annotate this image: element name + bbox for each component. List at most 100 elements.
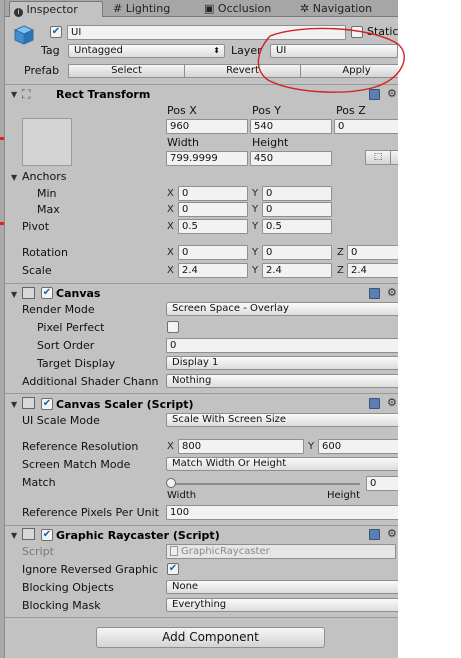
pos-z-field[interactable]: 0 xyxy=(334,119,398,134)
height-field[interactable]: 450 xyxy=(250,151,332,166)
tab-inspector[interactable]: i Inspector xyxy=(9,1,103,17)
max-x-field[interactable]: 0 xyxy=(178,202,248,217)
separator xyxy=(5,393,398,394)
rotation-y-axis: Y xyxy=(252,247,259,258)
edge-marker xyxy=(0,222,4,225)
width-field[interactable]: 799.9999 xyxy=(166,151,248,166)
gear-icon[interactable]: ⚙ xyxy=(387,287,397,298)
ref-res-x-field[interactable]: 800 xyxy=(178,439,304,454)
blueprint-mode-button[interactable]: ⬚ xyxy=(365,150,391,165)
ui-scale-mode-dropdown[interactable]: Scale With Screen Size xyxy=(166,413,398,427)
canvas-foldout-icon[interactable]: ▼ xyxy=(11,290,17,300)
match-slider-track[interactable] xyxy=(170,483,360,485)
left-edge-strip xyxy=(0,0,5,658)
gear-icon[interactable]: ⚙ xyxy=(387,528,397,539)
tab-lighting[interactable]: # Lighting xyxy=(109,1,199,17)
anchors-foldout-icon[interactable]: ▼ xyxy=(11,173,17,183)
max-y-axis: Y xyxy=(252,204,259,215)
blocking-mask-label: Blocking Mask xyxy=(22,599,101,612)
rotation-label: Rotation xyxy=(22,246,69,259)
foldout-arrow-icon[interactable]: ▼ xyxy=(11,90,17,100)
tab-occlusion[interactable]: ▣ Occlusion xyxy=(200,1,296,17)
blocking-objects-label: Blocking Objects xyxy=(22,581,114,594)
tab-navigation[interactable]: ✲ Navigation xyxy=(296,1,398,17)
help-icon[interactable] xyxy=(369,288,380,299)
render-mode-dropdown[interactable]: Screen Space - Overlay xyxy=(166,302,398,316)
raw-edit-button[interactable] xyxy=(390,150,398,165)
pivot-x-field[interactable]: 0.5 xyxy=(178,219,248,234)
tab-label: Lighting xyxy=(125,2,171,15)
anchors-label: Anchors xyxy=(22,170,67,183)
rect-transform-icon: ⛶ xyxy=(22,87,31,101)
scale-y-field[interactable]: 2.4 xyxy=(262,263,332,278)
sort-order-field[interactable]: 0 xyxy=(166,338,398,353)
target-display-label: Target Display xyxy=(37,357,116,370)
scale-z-field[interactable]: 2.4 xyxy=(347,263,398,278)
separator xyxy=(5,283,398,284)
slider-height-label: Height xyxy=(327,490,361,501)
rotation-y-field[interactable]: 0 xyxy=(262,245,332,260)
slider-width-label: Width xyxy=(167,490,197,501)
ui-scale-mode-label: UI Scale Mode xyxy=(22,414,100,427)
red-annotation-ellipse xyxy=(257,27,405,93)
max-x-axis: X xyxy=(167,204,174,215)
gear-icon[interactable]: ⚙ xyxy=(387,397,397,408)
min-y-axis: Y xyxy=(252,188,259,199)
scale-x-field[interactable]: 2.4 xyxy=(178,263,248,278)
script-file-icon xyxy=(170,546,178,556)
tab-label: Inspector xyxy=(26,3,78,16)
canvas-enabled-checkbox[interactable]: ✔ xyxy=(41,287,53,299)
max-y-field[interactable]: 0 xyxy=(262,202,332,217)
pos-y-field[interactable]: 540 xyxy=(250,119,332,134)
rotation-z-field[interactable]: 0 xyxy=(347,245,398,260)
help-icon[interactable] xyxy=(369,398,380,409)
reference-pixels-field[interactable]: 100 xyxy=(166,505,398,520)
canvas-scaler-foldout-icon[interactable]: ▼ xyxy=(11,400,17,410)
tag-value: Untagged xyxy=(74,45,123,56)
ref-res-y-field[interactable]: 600 xyxy=(318,439,398,454)
pixel-perfect-checkbox[interactable]: ✔ xyxy=(167,321,179,333)
screen-match-mode-dropdown[interactable]: Match Width Or Height xyxy=(166,457,398,471)
tag-label: Tag xyxy=(41,44,60,57)
blocking-mask-dropdown[interactable]: Everything xyxy=(166,598,398,612)
graphic-raycaster-title: Graphic Raycaster (Script) xyxy=(56,529,220,542)
pivot-y-axis: Y xyxy=(252,221,259,232)
scale-label: Scale xyxy=(22,264,52,277)
target-display-dropdown[interactable]: Display 1 xyxy=(166,356,398,370)
script-field: GraphicRaycaster xyxy=(166,544,396,559)
canvas-scaler-title: Canvas Scaler (Script) xyxy=(56,398,194,411)
tab-label: Navigation xyxy=(312,2,373,15)
reference-pixels-label: Reference Pixels Per Unit xyxy=(22,506,159,519)
pivot-x-axis: X xyxy=(167,221,174,232)
shader-channels-label: Additional Shader Chann xyxy=(22,375,159,388)
rotation-x-field[interactable]: 0 xyxy=(178,245,248,260)
match-slider-thumb[interactable] xyxy=(166,478,176,488)
min-x-axis: X xyxy=(167,188,174,199)
blocking-objects-dropdown[interactable]: None xyxy=(166,580,398,594)
min-y-field[interactable]: 0 xyxy=(262,186,332,201)
graphic-raycaster-icon xyxy=(22,528,35,540)
add-component-button[interactable]: Add Component xyxy=(96,627,325,648)
pivot-y-field[interactable]: 0.5 xyxy=(262,219,332,234)
help-icon[interactable] xyxy=(369,529,380,540)
width-header: Width xyxy=(167,136,199,149)
pivot-label: Pivot xyxy=(22,220,50,233)
match-label: Match xyxy=(22,476,56,489)
ignore-reversed-checkbox[interactable]: ✔ xyxy=(167,563,179,575)
min-x-field[interactable]: 0 xyxy=(178,186,248,201)
tag-dropdown[interactable]: Untagged ⬍ xyxy=(68,44,225,58)
canvas-scaler-enabled-checkbox[interactable]: ✔ xyxy=(41,398,53,410)
prefab-label: Prefab xyxy=(24,64,60,77)
graphic-raycaster-enabled-checkbox[interactable]: ✔ xyxy=(41,529,53,541)
reference-resolution-label: Reference Resolution xyxy=(22,440,139,453)
graphic-raycaster-foldout-icon[interactable]: ▼ xyxy=(11,531,17,541)
anchor-presets-button[interactable] xyxy=(22,118,72,166)
prefab-select-button[interactable]: Select xyxy=(68,64,185,78)
canvas-scaler-icon xyxy=(22,397,35,409)
shader-channels-dropdown[interactable]: Nothing xyxy=(166,374,398,388)
height-header: Height xyxy=(252,136,289,149)
active-checkbox[interactable]: ✔ xyxy=(50,26,62,38)
match-value-field[interactable]: 0 xyxy=(366,476,398,491)
occlusion-icon: ▣ xyxy=(204,2,215,15)
pos-x-field[interactable]: 960 xyxy=(166,119,248,134)
